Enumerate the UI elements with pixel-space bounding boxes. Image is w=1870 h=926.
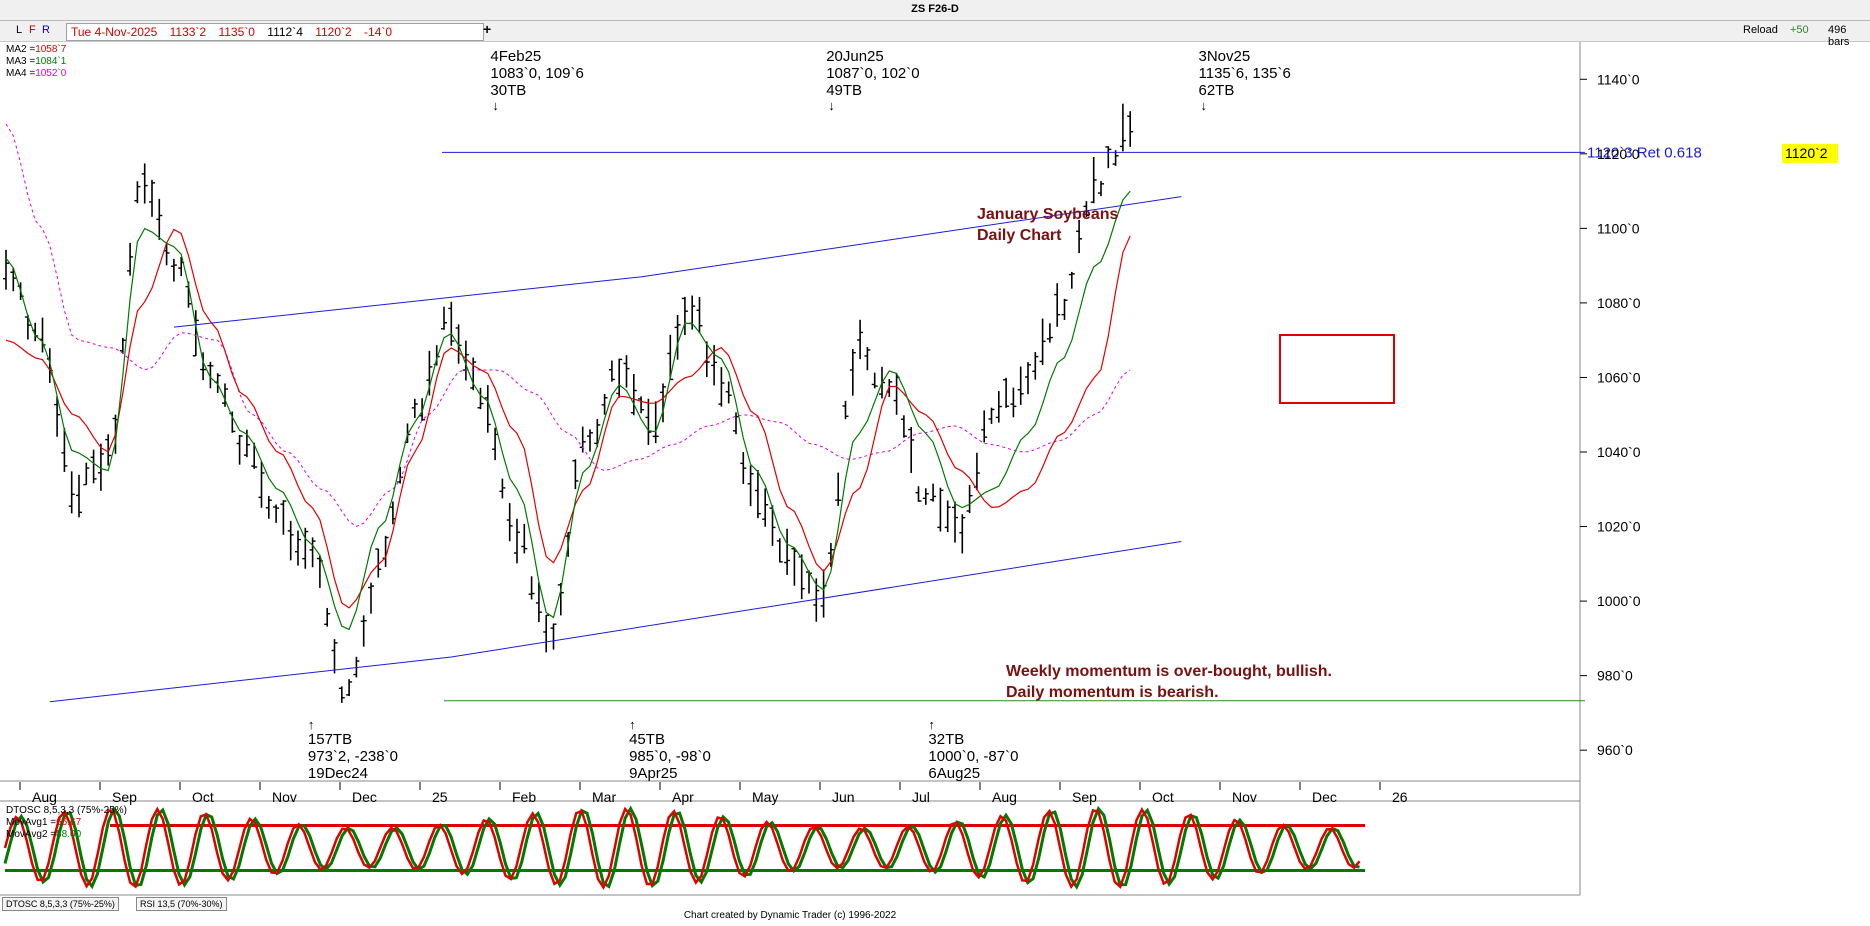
ann-19dec24-arrow: ↑ xyxy=(308,717,315,732)
ann-6aug25-text: 1000`0, -87`0 xyxy=(928,748,1018,765)
y-tick-label: 1120`0 xyxy=(1597,146,1640,162)
y-axis: 1140`0 1120`0 1100`0 1080`0 1060`0 1040`0 1020… xyxy=(1580,71,1838,758)
ann-6aug25-arrow: ↑ xyxy=(928,717,935,732)
osc-movavg1-value: 66.67 xyxy=(56,817,82,828)
y-tick-label: 1100`0 xyxy=(1597,220,1640,236)
last-price-label: 1120`2 xyxy=(1785,145,1828,161)
osc-movavg2-value: 88.00 xyxy=(56,829,82,840)
x-tick-label: Jun xyxy=(832,789,855,805)
osc-legend-dtosc: DTOSC 8,5,3,3 (75%-25%) xyxy=(6,805,127,816)
trend-lines: 1120`3 Ret 0.618 xyxy=(49,144,1702,703)
x-tick-label: May xyxy=(752,789,778,805)
ann-9apr25-text: 9Apr25 xyxy=(629,765,677,782)
x-tick-label: Nov xyxy=(272,789,297,805)
ann-19dec24-text: 973`2, -238`0 xyxy=(308,748,398,765)
chart-title-line-1: January Soybeans xyxy=(977,206,1119,223)
y-tick-label: 1020`0 xyxy=(1597,519,1641,535)
ann-9apr25-arrow: ↑ xyxy=(629,717,636,732)
ann-4feb25-text: 4Feb25 xyxy=(490,48,541,65)
ann-3nov25-text: 62TB xyxy=(1199,82,1235,99)
ann-19dec24-text: 19Dec24 xyxy=(308,765,368,782)
ann-9apr25-text: 45TB xyxy=(629,731,665,748)
chart-title-line-2: Daily Chart xyxy=(977,227,1062,244)
tab-dtosc[interactable]: DTOSC 8,5,3,3 (75%-25%) xyxy=(2,897,119,911)
ann-3nov25-arrow: ↓ xyxy=(1201,98,1208,113)
highlight-box xyxy=(1279,334,1395,404)
ma3-line xyxy=(5,190,1131,631)
osc-legend-movavg1: MovAvg1 =66.67 xyxy=(6,817,81,829)
x-tick-label: Nov xyxy=(1232,789,1257,805)
x-tick-label: Dec xyxy=(352,789,377,805)
osc-movavg1-label: MovAvg1 = xyxy=(6,817,57,828)
y-tick-label: 1140`0 xyxy=(1597,71,1640,87)
x-tick-label: Dec xyxy=(1312,789,1337,805)
y-tick-label: 980`0 xyxy=(1597,668,1633,684)
momentum-note-line-1: Weekly momentum is over-bought, bullish. xyxy=(1006,663,1332,680)
footer-credit: Chart created by Dynamic Trader (c) 1996… xyxy=(683,910,897,921)
ann-20jun25-text: 1087`0, 102`0 xyxy=(826,65,919,82)
oscillator-panel xyxy=(3,805,1365,890)
ann-9apr25-text: 985`0, -98`0 xyxy=(629,748,711,765)
ann-3nov25-text: 1135`6, 135`6 xyxy=(1199,65,1291,82)
x-tick-label: 26 xyxy=(1392,789,1408,805)
x-tick-label: Mar xyxy=(592,789,616,805)
price-bars xyxy=(3,103,1134,703)
x-tick-label: Apr xyxy=(672,789,694,805)
ann-19dec24-text: 157TB xyxy=(308,731,352,748)
price-chart[interactable]: 1120`3 Ret 0.618 1140`0 1120`0 1100`0 1080`… xyxy=(0,0,1870,926)
x-tick-label: Oct xyxy=(1152,789,1174,805)
ann-20jun25-arrow: ↓ xyxy=(828,98,835,113)
y-tick-label: 960`0 xyxy=(1597,742,1633,758)
momentum-note-line-2: Daily momentum is bearish. xyxy=(1006,684,1219,701)
ann-3nov25-text: 3Nov25 xyxy=(1199,48,1251,65)
ann-20jun25-text: 20Jun25 xyxy=(826,48,884,65)
annotations: 4Feb251083`0, 109`630TB↓20Jun251087`0, 1… xyxy=(308,48,1332,782)
ann-4feb25-arrow: ↓ xyxy=(492,98,499,113)
x-tick-label: Feb xyxy=(512,789,536,805)
x-tick-label: Sep xyxy=(112,789,137,805)
y-tick-label: 1080`0 xyxy=(1597,295,1641,311)
ann-6aug25-text: 6Aug25 xyxy=(928,765,980,782)
y-tick-label: 1040`0 xyxy=(1597,444,1641,460)
x-tick-label: Sep xyxy=(1072,789,1097,805)
osc-movavg2-label: MovAvg2 = xyxy=(6,829,57,840)
ma4-line xyxy=(5,123,1131,528)
osc-legend-movavg2: MovAvg2 =88.00 xyxy=(6,829,81,841)
x-tick-label: Aug xyxy=(992,789,1017,805)
x-tick-label: Jul xyxy=(912,789,930,805)
y-tick-label: 1000`0 xyxy=(1597,593,1641,609)
x-tick-label: Oct xyxy=(192,789,214,805)
ann-20jun25-text: 49TB xyxy=(826,82,862,99)
x-axis: Aug Sep Oct Nov Dec 25 Feb Mar Apr May Jun Jul Aug Se… xyxy=(19,782,1408,805)
x-tick-label: Aug xyxy=(32,789,57,805)
tab-rsi[interactable]: RSI 13,5 (70%-30%) xyxy=(136,897,227,911)
y-tick-label: 1060`0 xyxy=(1597,369,1641,385)
ann-4feb25-text: 30TB xyxy=(490,82,526,99)
ann-6aug25-text: 32TB xyxy=(928,731,964,748)
ann-4feb25-text: 1083`0, 109`6 xyxy=(490,65,583,82)
x-tick-label: 25 xyxy=(432,789,448,805)
